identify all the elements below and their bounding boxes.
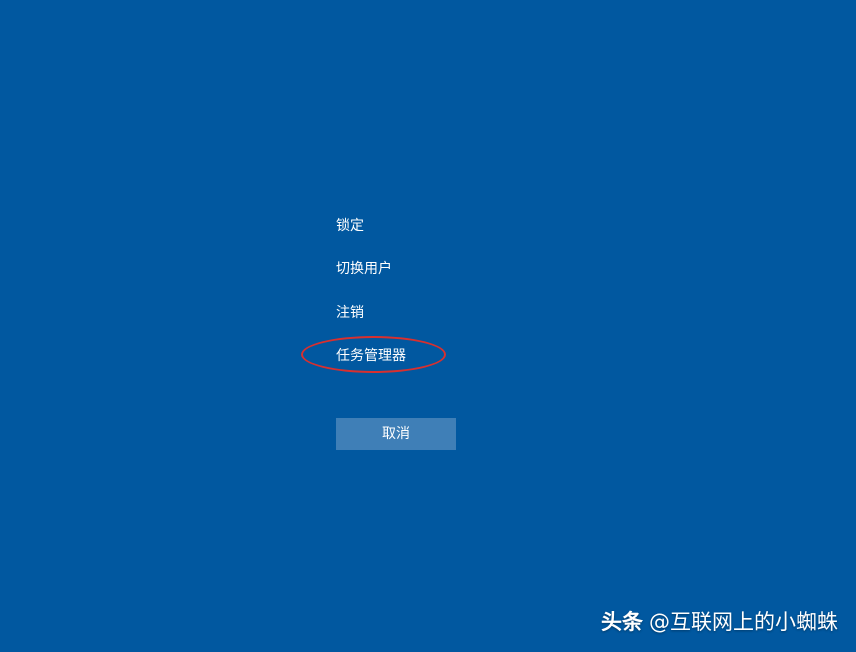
switch-user-option[interactable]: 切换用户 [336,257,392,281]
task-manager-option[interactable]: 任务管理器 [336,344,406,368]
watermark: 头条 @互联网上的小蜘蛛 [601,609,838,635]
sign-out-option[interactable]: 注销 [336,301,364,325]
watermark-brand: 头条 [601,610,643,634]
lock-option[interactable]: 锁定 [336,214,364,238]
watermark-author: @互联网上的小蜘蛛 [649,610,838,634]
cancel-button[interactable]: 取消 [336,418,456,450]
